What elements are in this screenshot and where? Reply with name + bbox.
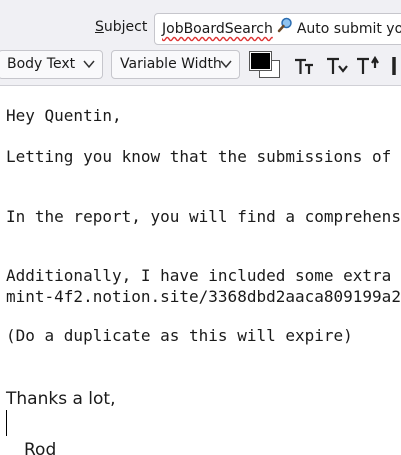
body-line-2: In the report, you will find a comprehen… xyxy=(6,207,401,226)
text-caret xyxy=(6,410,7,436)
font-size-reset-icon[interactable] xyxy=(326,54,350,78)
paragraph-style-select[interactable]: Body Text xyxy=(0,50,103,79)
subject-label: Subject xyxy=(95,19,148,35)
bold-icon[interactable] xyxy=(392,54,401,78)
subject-input[interactable]: JobBoardSearch Auto submit you xyxy=(154,13,401,45)
paragraph-style-value: Body Text xyxy=(7,56,76,72)
message-body-editor[interactable]: Hey Quentin, Letting you know that the s… xyxy=(0,86,401,455)
body-line-5: (Do a duplicate as this will expire) xyxy=(6,326,353,345)
font-family-value: Variable Width xyxy=(120,56,222,72)
subject-text-part2: Auto submit you xyxy=(296,21,401,37)
body-line-4: mint-4f2.notion.site/3368dbd2aaca809199a… xyxy=(6,287,401,306)
subject-label-rest: ubject xyxy=(103,19,148,35)
body-line-3: Additionally, I have included some extra xyxy=(6,266,392,285)
text-color-button[interactable] xyxy=(249,51,282,80)
font-family-select[interactable]: Variable Width xyxy=(111,50,240,79)
formatting-toolbar: Body Text Variable Width xyxy=(0,46,401,86)
signature-line: Rod xyxy=(24,440,57,455)
chevron-down-icon xyxy=(83,51,95,88)
subject-row: Subject JobBoardSearch Auto submit you xyxy=(0,0,401,46)
font-size-smaller-icon[interactable] xyxy=(294,54,318,78)
chevron-down-icon xyxy=(220,51,232,88)
signoff-line: Thanks a lot, xyxy=(6,389,116,409)
font-size-larger-icon[interactable] xyxy=(356,54,380,78)
subject-text-part1: JobBoardSearch xyxy=(162,21,273,37)
magnifier-icon xyxy=(277,14,293,44)
body-line-1: Letting you know that the submissions of… xyxy=(6,147,401,166)
foreground-color-swatch[interactable] xyxy=(249,51,272,71)
greeting-line: Hey Quentin, xyxy=(6,106,122,125)
